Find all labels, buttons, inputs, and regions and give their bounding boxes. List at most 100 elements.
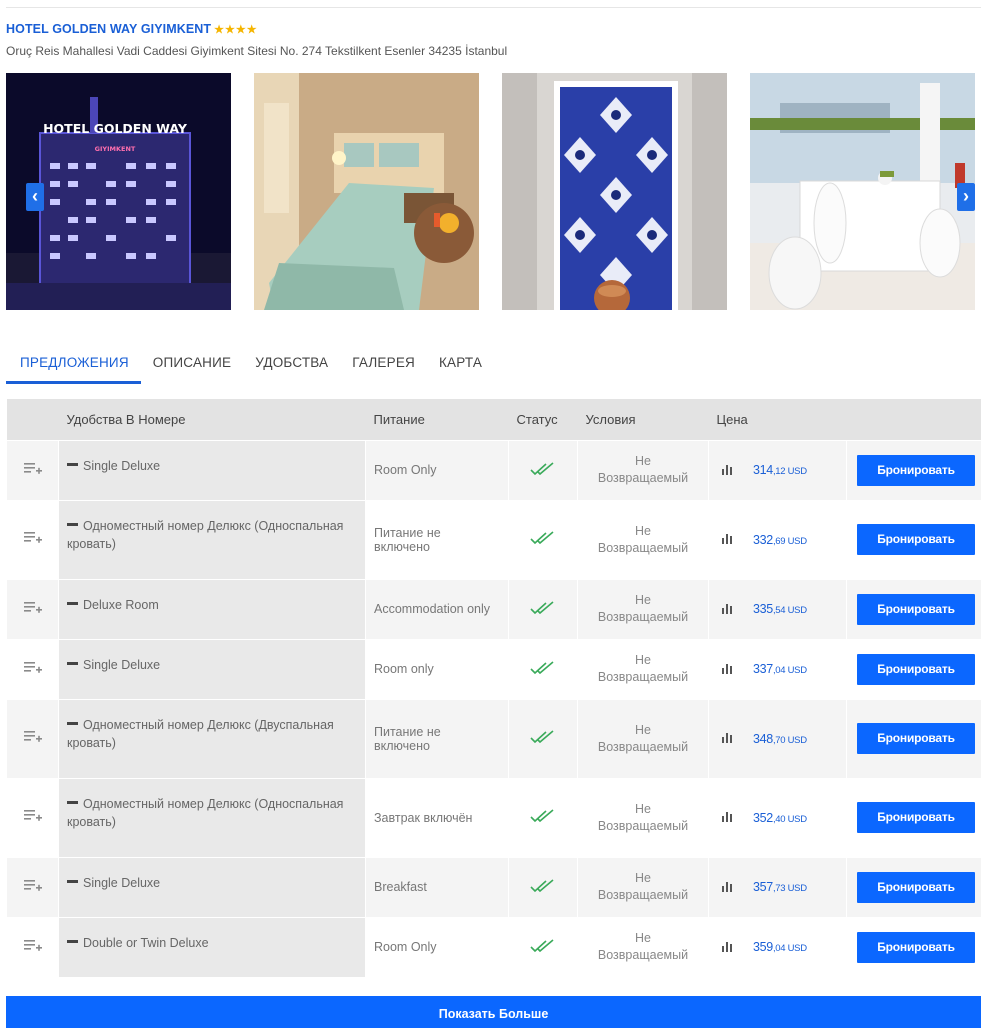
price-integer: 357 <box>753 880 773 894</box>
room-name: Single Deluxe <box>83 657 161 672</box>
double-check-icon <box>530 600 556 618</box>
price-integer: 348 <box>753 731 773 746</box>
collapse-dash-icon[interactable] <box>67 661 78 665</box>
add-to-list-cell <box>6 638 59 700</box>
book-cell: Бронировать <box>846 698 981 779</box>
meal-plan: Питание не включено <box>374 525 441 554</box>
meal-cell: Питание не включено <box>365 698 509 779</box>
hotel-sign-text: HOTEL GOLDEN WAY <box>43 121 188 136</box>
photo-tile-panel[interactable] <box>502 73 727 310</box>
price-integer: 314 <box>753 463 773 477</box>
price-decimal: ,40 USD <box>772 813 807 825</box>
header-conditions: Условия <box>577 399 709 440</box>
tab-map[interactable]: КАРТА <box>427 354 494 384</box>
book-cell: Бронировать <box>846 499 981 580</box>
double-check-icon <box>530 531 556 548</box>
price-value: 357,73 USD <box>753 880 807 894</box>
room-name-cell: Single Deluxe <box>58 638 366 700</box>
add-to-list-cell <box>6 698 59 779</box>
bar-chart-icon[interactable] <box>721 532 733 547</box>
gallery-next-arrow-icon[interactable]: › <box>957 183 975 211</box>
collapse-dash-icon[interactable] <box>67 462 78 466</box>
collapse-dash-icon[interactable] <box>67 879 78 883</box>
status-cell <box>508 916 578 978</box>
add-to-list-cell <box>6 578 59 640</box>
playlist-add-icon[interactable] <box>23 879 42 896</box>
playlist-add-icon[interactable] <box>23 531 42 548</box>
photo-bedroom[interactable] <box>254 73 479 310</box>
status-cell <box>508 578 578 640</box>
meal-plan: Room Only <box>374 463 437 477</box>
playlist-add-icon[interactable] <box>23 661 42 678</box>
book-button[interactable]: Бронировать <box>857 931 975 963</box>
price-value: 332,69 USD <box>753 533 807 547</box>
meal-cell: Питание не включено <box>365 499 509 580</box>
condition-line-1: Не <box>635 931 651 945</box>
table-header-row: Удобства В Номере Питание Статус Условия… <box>6 399 981 440</box>
room-name: Одноместный номер Делюкс (Односпальная к… <box>67 796 344 829</box>
bar-chart-icon[interactable] <box>721 940 733 955</box>
bar-chart-icon[interactable] <box>721 810 733 825</box>
book-button[interactable]: Бронировать <box>857 524 975 555</box>
tab-offers[interactable]: ПРЕДЛОЖЕНИЯ <box>6 354 141 384</box>
conditions-cell: Не Возвращаемый <box>577 777 709 858</box>
bar-chart-icon[interactable] <box>721 463 733 478</box>
show-more-button[interactable]: Показать Больше <box>6 996 981 1028</box>
meal-cell: Room Only <box>365 916 509 978</box>
bar-chart-icon[interactable] <box>721 602 733 617</box>
book-button[interactable]: Бронировать <box>857 871 975 903</box>
hotel-name[interactable]: HOTEL GOLDEN WAY GIYIMKENT <box>6 22 211 36</box>
book-button[interactable]: Бронировать <box>857 593 975 625</box>
price-decimal: ,12 USD <box>772 466 807 477</box>
price-cell: 337,04 USD <box>708 638 847 700</box>
table-row: Одноместный номер Делюкс (Двуспальная кр… <box>6 698 981 779</box>
playlist-add-icon[interactable] <box>23 939 42 956</box>
collapse-dash-icon[interactable] <box>67 522 78 526</box>
photo-gallery: HOTEL GOLDEN WAY GIYIMKENT ‹ › <box>6 73 975 310</box>
hotel-sign-subtext: GIYIMKENT <box>95 145 136 153</box>
add-to-list-cell <box>6 499 59 580</box>
book-button[interactable]: Бронировать <box>857 723 975 754</box>
playlist-add-icon[interactable] <box>23 462 42 479</box>
bar-chart-icon[interactable] <box>721 731 733 746</box>
status-cell <box>508 439 578 501</box>
condition-line-1: Не <box>635 454 651 468</box>
condition-line-2: Возвращаемый <box>597 818 689 833</box>
meal-plan: Питание не включено <box>374 724 441 753</box>
price-integer: 352 <box>753 810 773 825</box>
book-button[interactable]: Бронировать <box>857 653 975 685</box>
room-name-cell: Double or Twin Deluxe <box>58 916 366 978</box>
hotel-title[interactable]: HOTEL GOLDEN WAY GIYIMKENT ★★★★ <box>6 22 258 36</box>
gallery-prev-arrow-icon[interactable]: ‹ <box>26 183 44 211</box>
meal-plan: Завтрак включён <box>374 810 473 825</box>
playlist-add-icon[interactable] <box>23 601 42 618</box>
book-button[interactable]: Бронировать <box>857 802 975 833</box>
room-name-cell: Одноместный номер Делюкс (Односпальная к… <box>58 499 366 580</box>
price-value: 314,12 USD <box>753 463 807 477</box>
tab-description[interactable]: ОПИСАНИЕ <box>141 354 243 384</box>
collapse-dash-icon[interactable] <box>67 939 78 943</box>
tab-amenities[interactable]: УДОБСТВА <box>243 354 340 384</box>
book-button[interactable]: Бронировать <box>857 454 975 486</box>
price-cell: 359,04 USD <box>708 916 847 978</box>
playlist-add-icon[interactable] <box>23 730 42 747</box>
condition-line-1: Не <box>635 593 651 607</box>
condition-line-2: Возвращаемый <box>597 610 689 624</box>
condition-line-1: Не <box>635 871 651 885</box>
book-cell: Бронировать <box>846 578 981 640</box>
tab-gallery[interactable]: ГАЛЕРЕЯ <box>340 354 427 384</box>
double-check-icon <box>530 660 556 678</box>
table-row: Single Deluxe Room Only Не Возвращаемый 314,… <box>6 439 981 501</box>
conditions-cell: Не Возвращаемый <box>577 698 709 779</box>
collapse-dash-icon[interactable] <box>67 721 78 725</box>
room-name-cell: Одноместный номер Делюкс (Двуспальная кр… <box>58 698 366 779</box>
playlist-add-icon[interactable] <box>23 809 42 826</box>
collapse-dash-icon[interactable] <box>67 800 78 804</box>
bar-chart-icon[interactable] <box>721 880 733 895</box>
bar-chart-icon[interactable] <box>721 662 733 677</box>
price-cell: 352,40 USD <box>708 777 847 858</box>
photo-banquet-hall[interactable] <box>750 73 975 310</box>
double-check-icon <box>530 730 556 747</box>
collapse-dash-icon[interactable] <box>67 601 78 605</box>
double-check-icon <box>530 938 556 956</box>
